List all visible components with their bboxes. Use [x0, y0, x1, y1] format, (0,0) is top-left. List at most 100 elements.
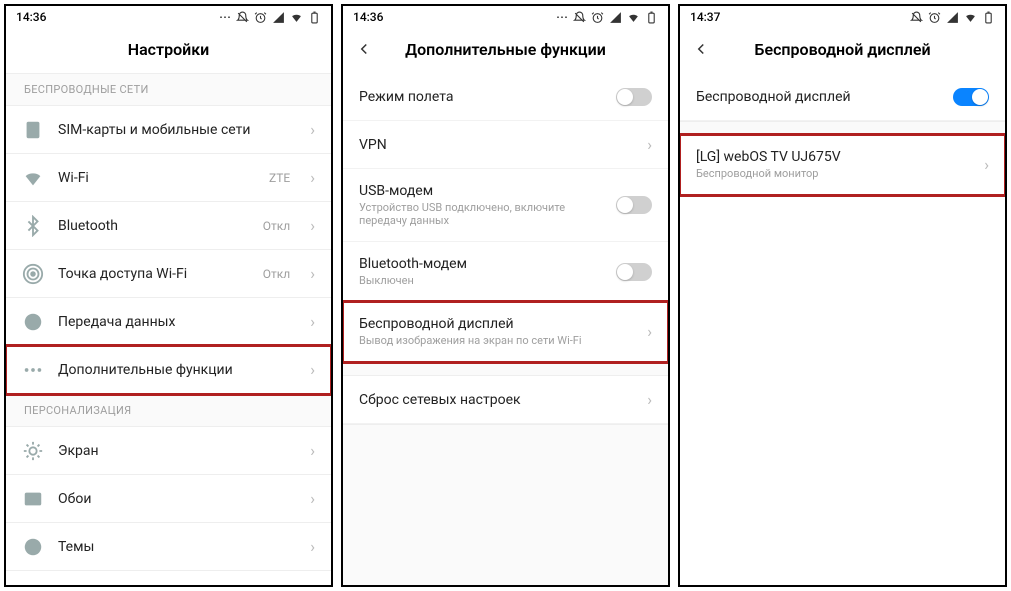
wireless-display-toggle[interactable] — [953, 88, 989, 106]
section-wireless: БЕСПРОВОДНЫЕ СЕТИ — [6, 73, 331, 106]
device-name: [LG] webOS TV UJ675V — [696, 149, 970, 165]
row-label: Обои — [58, 491, 296, 507]
cast-device-row[interactable]: [LG] webOS TV UJ675V Беспроводной монито… — [680, 135, 1005, 195]
bluetooth-icon — [22, 215, 44, 237]
chevron-right-icon: › — [647, 390, 652, 409]
row-label: Bluetooth — [58, 218, 249, 234]
palette-icon — [22, 536, 44, 558]
reset-network-row[interactable]: Сброс сетевых настроек › — [343, 376, 668, 424]
battery-icon — [645, 11, 658, 24]
page-title: Настройки — [6, 28, 331, 73]
status-time: 14:36 — [16, 10, 46, 24]
airplane-row[interactable]: Режим полета — [343, 73, 668, 121]
wireless-list: SIM-карты и мобильные сети › Wi-Fi ZTE ›… — [6, 106, 331, 394]
status-bar: 14:37 — [680, 6, 1005, 28]
wifi-icon — [627, 11, 640, 24]
row-label: SIM-карты и мобильные сети — [58, 122, 296, 138]
chevron-right-icon: › — [310, 585, 315, 587]
usb-tether-row[interactable]: USB-модем Устройство USB подключено, вкл… — [343, 169, 668, 242]
row-label: Bluetooth-модем — [359, 256, 602, 272]
more-functions-row[interactable]: Дополнительные функции › — [6, 346, 331, 394]
vpn-row[interactable]: VPN › — [343, 121, 668, 169]
data-icon — [22, 311, 44, 333]
chevron-left-icon — [355, 40, 373, 58]
signal-icon — [946, 11, 959, 24]
hotspot-row[interactable]: Точка доступа Wi-Fi Откл › — [6, 250, 331, 298]
wireless-display-toggle-row[interactable]: Беспроводной дисплей — [680, 73, 1005, 121]
signal-icon — [609, 11, 622, 24]
chevron-right-icon: › — [310, 120, 315, 139]
chevron-right-icon: › — [984, 155, 989, 174]
page-title-text: Дополнительные функции — [405, 40, 606, 59]
battery-icon — [982, 11, 995, 24]
cast-list: Беспроводной дисплей — [680, 73, 1005, 121]
bt-tether-row[interactable]: Bluetooth-модем Выключен — [343, 242, 668, 302]
usb-toggle[interactable] — [616, 196, 652, 214]
empty-area — [343, 424, 668, 585]
row-status: Откл — [263, 219, 290, 233]
chevron-right-icon: › — [647, 135, 652, 154]
data-usage-row[interactable]: Передача данных › — [6, 298, 331, 346]
section-personal: ПЕРСОНАЛИЗАЦИЯ — [6, 394, 331, 427]
chevron-right-icon: › — [310, 216, 315, 235]
display-icon — [22, 440, 44, 462]
bell-off-icon — [236, 11, 249, 24]
chevron-right-icon: › — [310, 360, 315, 379]
row-status: Откл — [263, 267, 290, 281]
row-label: Беспроводной дисплей — [696, 89, 939, 105]
row-label: USB-модем — [359, 183, 602, 199]
alarm-icon — [928, 11, 941, 24]
airplane-toggle[interactable] — [616, 88, 652, 106]
sim-icon — [22, 119, 44, 141]
status-time: 14:37 — [690, 10, 720, 24]
back-button[interactable] — [692, 40, 710, 62]
chevron-right-icon: › — [310, 168, 315, 187]
row-label: Точка доступа Wi-Fi — [58, 266, 249, 282]
page-title-text: Настройки — [128, 40, 210, 59]
wallpaper-row[interactable]: Обои › — [6, 475, 331, 523]
wifi-icon — [290, 11, 303, 24]
row-sub: Вывод изображения на экран по сети Wi-Fi — [359, 334, 633, 347]
dots-icon: ⋯ — [219, 10, 231, 24]
wifi-icon — [964, 11, 977, 24]
more-list: Режим полета VPN › USB-модем Устройство … — [343, 73, 668, 362]
page-title: Беспроводной дисплей — [680, 28, 1005, 73]
wifi-row[interactable]: Wi-Fi ZTE › — [6, 154, 331, 202]
device-sub: Беспроводной монитор — [696, 167, 970, 180]
chevron-right-icon: › — [310, 489, 315, 508]
row-label: Темы — [58, 539, 296, 555]
device-list: [LG] webOS TV UJ675V Беспроводной монито… — [680, 135, 1005, 195]
row-label: VPN — [359, 137, 633, 153]
row-label: Wi-Fi — [58, 170, 255, 186]
more-icon — [22, 359, 44, 381]
sound-icon — [22, 584, 44, 588]
hotspot-icon — [22, 263, 44, 285]
bluetooth-row[interactable]: Bluetooth Откл › — [6, 202, 331, 250]
status-icons: ⋯ — [219, 10, 321, 24]
back-button[interactable] — [355, 40, 373, 62]
status-icons — [910, 11, 995, 24]
phone-screen-3: 14:37 Беспроводной дисплей Беспроводной … — [678, 4, 1007, 587]
sim-cards-row[interactable]: SIM-карты и мобильные сети › — [6, 106, 331, 154]
dots-icon: ⋯ — [556, 10, 568, 24]
status-time: 14:36 — [353, 10, 383, 24]
image-icon — [22, 488, 44, 510]
page-title-text: Беспроводной дисплей — [754, 40, 930, 59]
spacer — [343, 362, 668, 376]
display-row[interactable]: Экран › — [6, 427, 331, 475]
bell-off-icon — [910, 11, 923, 24]
status-bar: 14:36 ⋯ — [6, 6, 331, 28]
bt-toggle[interactable] — [616, 263, 652, 281]
row-label: Передача данных — [58, 314, 296, 330]
chevron-left-icon — [692, 40, 710, 58]
status-icons: ⋯ — [556, 10, 658, 24]
bell-off-icon — [573, 11, 586, 24]
sound-row[interactable]: Звук и вибрация › — [6, 571, 331, 587]
row-label: Режим полета — [359, 89, 602, 105]
row-label: Звук и вибрация — [58, 587, 296, 588]
row-status: ZTE — [269, 171, 290, 185]
personal-list: Экран › Обои › Темы › Звук и вибрация › — [6, 427, 331, 587]
reset-list: Сброс сетевых настроек › — [343, 376, 668, 424]
wireless-display-row[interactable]: Беспроводной дисплей Вывод изображения н… — [343, 302, 668, 362]
themes-row[interactable]: Темы › — [6, 523, 331, 571]
